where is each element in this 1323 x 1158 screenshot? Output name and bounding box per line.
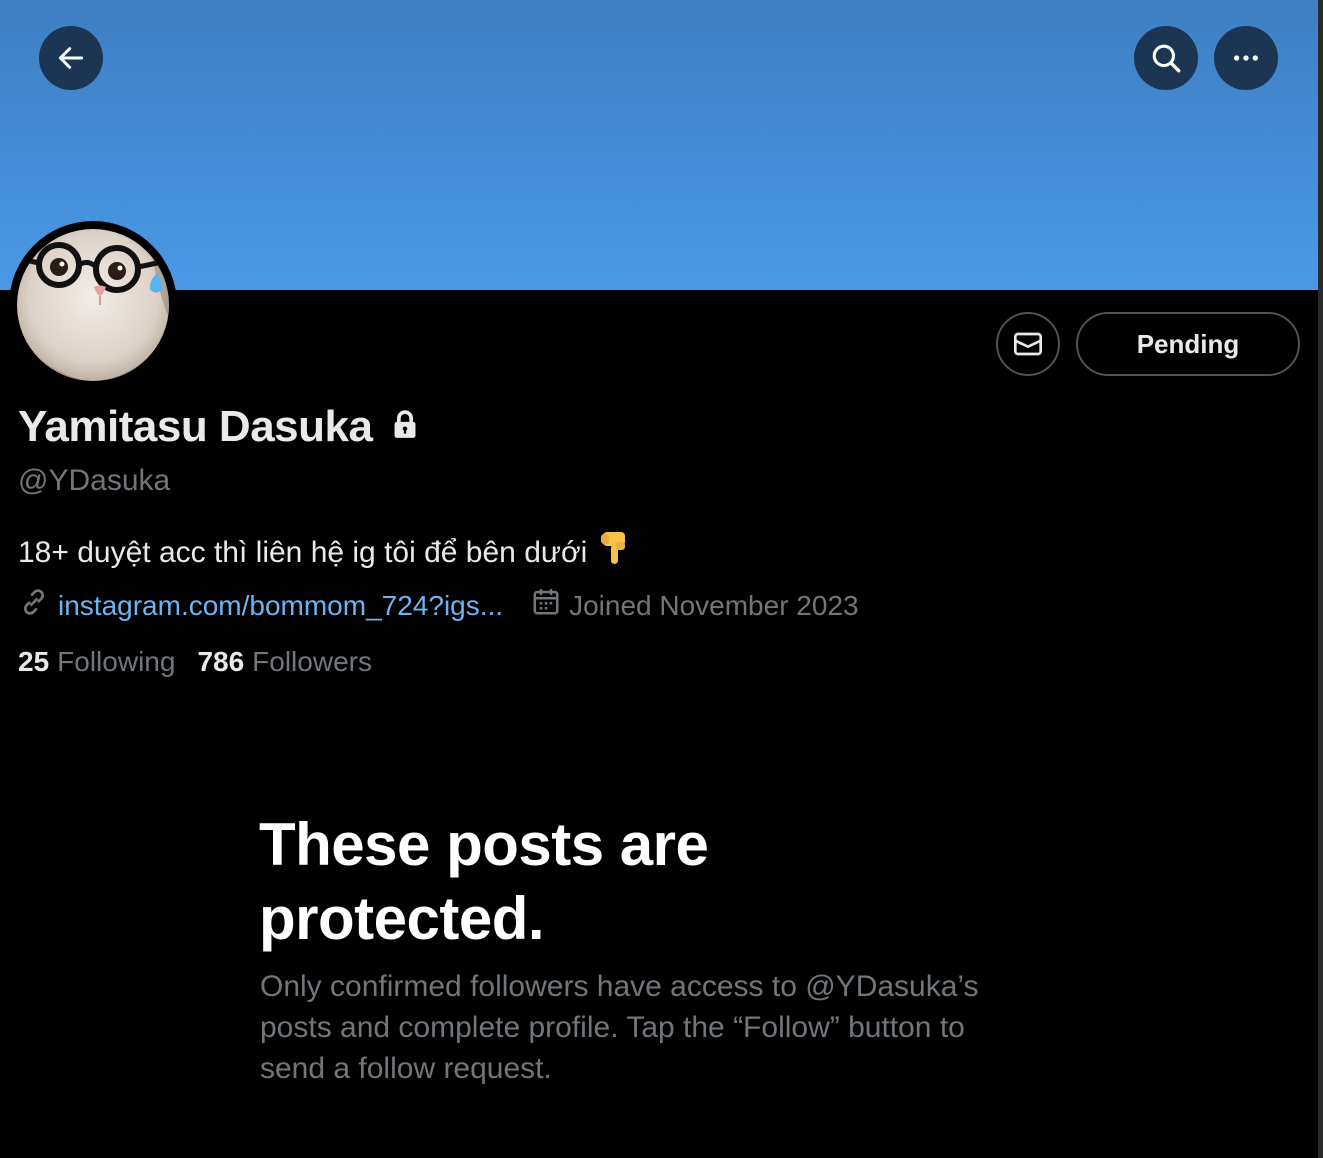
profile-website-link[interactable]: instagram.com/bommom_724?igs... <box>58 590 503 622</box>
display-name: Yamitasu Dasuka <box>18 402 373 451</box>
more-options-button[interactable] <box>1214 26 1278 90</box>
following-count: 25 <box>18 646 50 677</box>
cat-with-glasses-avatar-image <box>17 229 169 381</box>
mail-icon <box>1014 332 1042 356</box>
bio: 18+ duyệt acc thì liên hệ ig tôi để bên … <box>18 530 628 576</box>
joined-date: Joined November 2023 <box>531 587 859 624</box>
profile-banner <box>0 0 1318 290</box>
follow-stats: 25 Following 786 Followers <box>18 646 372 678</box>
link-icon <box>18 586 50 625</box>
following-label: Following <box>57 646 176 677</box>
name-row: Yamitasu Dasuka <box>18 402 420 452</box>
message-button[interactable] <box>996 312 1060 376</box>
followers-count: 786 <box>197 646 245 677</box>
joined-text: Joined November 2023 <box>569 589 859 621</box>
protected-posts-description: Only confirmed followers have access to … <box>260 970 979 1085</box>
search-button[interactable] <box>1134 26 1198 90</box>
followers-stat[interactable]: 786 Followers <box>197 646 372 678</box>
pointing-down-hand-icon <box>600 530 628 576</box>
avatar[interactable] <box>17 229 169 381</box>
arrow-left-icon <box>58 47 84 69</box>
followers-label: Followers <box>252 646 372 677</box>
lock-icon <box>390 409 420 446</box>
calendar-icon <box>531 587 561 624</box>
pending-follow-button[interactable]: Pending <box>1076 312 1300 376</box>
protected-posts-title: These posts are protected. <box>259 811 709 952</box>
bio-text: 18+ duyệt acc thì liên hệ ig tôi để bên … <box>18 536 588 569</box>
search-icon <box>1152 44 1181 73</box>
following-stat[interactable]: 25 Following <box>18 646 175 678</box>
profile-meta-row: instagram.com/bommom_724?igs... Joined N… <box>18 586 859 625</box>
user-handle: @YDasuka <box>18 464 171 497</box>
back-button[interactable] <box>39 26 103 90</box>
window-edge <box>1318 0 1323 1158</box>
more-horizontal-icon <box>1234 55 1258 61</box>
